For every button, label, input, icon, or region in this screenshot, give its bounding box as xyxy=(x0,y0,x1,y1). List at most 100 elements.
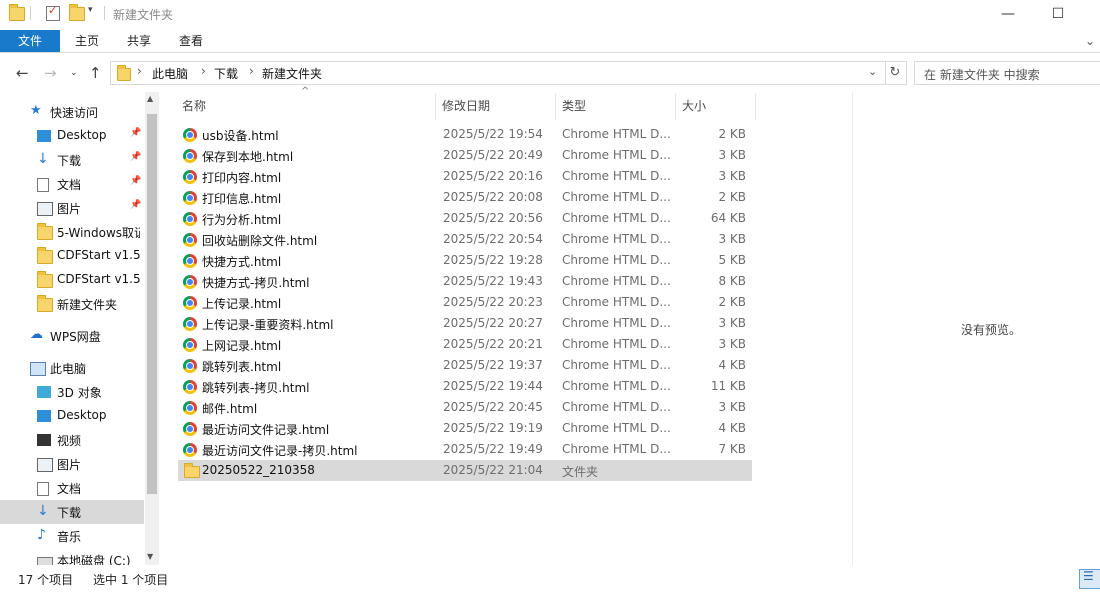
chevron-down-icon[interactable]: ⌄ xyxy=(868,65,877,78)
chevron-right-icon[interactable]: › xyxy=(201,64,206,78)
nav-item[interactable]: ↓ 下载 xyxy=(0,500,144,524)
file-row[interactable]: 20250522_210358 2025/5/22 21:04 文件夹 xyxy=(178,460,752,481)
nav-item[interactable]: 本地磁盘 (C:) xyxy=(0,548,144,565)
nav-item[interactable]: 图片 xyxy=(0,452,144,476)
nav-item-label: 下载 xyxy=(57,506,82,520)
nav-item[interactable]: 文档 📌 xyxy=(0,172,144,196)
pin-icon: 📌 xyxy=(130,176,142,186)
column-header-date[interactable]: 修改日期 xyxy=(438,94,556,120)
file-size: 8 KB xyxy=(718,274,746,288)
scroll-down-icon[interactable]: ▼ xyxy=(147,552,153,561)
chrome-icon xyxy=(183,317,197,331)
file-modified-date: 2025/5/22 19:19 xyxy=(443,421,543,435)
file-row[interactable]: 上传记录.html 2025/5/22 20:23 Chrome HTML D...… xyxy=(178,292,752,313)
forward-button[interactable]: → xyxy=(44,64,57,82)
file-type: Chrome HTML D... xyxy=(562,127,671,141)
pin-icon: 📌 xyxy=(130,200,142,210)
nav-item[interactable]: 3D 对象 xyxy=(0,380,144,404)
file-row[interactable]: 最近访问文件记录.html 2025/5/22 19:19 Chrome HTML … xyxy=(178,418,752,439)
nav-item[interactable]: CDFStart v1.5 - xyxy=(0,268,144,292)
ribbon-expand-icon[interactable]: ⌄ xyxy=(1080,30,1100,52)
file-row[interactable]: 打印内容.html 2025/5/22 20:16 Chrome HTML D...… xyxy=(178,166,752,187)
video-icon xyxy=(37,434,51,446)
file-name: 上传记录-重要资料.html xyxy=(202,318,334,332)
chrome-icon xyxy=(183,128,197,142)
search-input[interactable]: 在 新建文件夹 中搜索 xyxy=(914,61,1100,85)
file-row[interactable]: 打印信息.html 2025/5/22 20:08 Chrome HTML D...… xyxy=(178,187,752,208)
desktop-icon xyxy=(37,410,51,422)
recent-locations-dropdown[interactable]: ⌄ xyxy=(70,68,78,78)
tab-share[interactable]: 共享 xyxy=(118,30,160,52)
file-row[interactable]: 最近访问文件记录-拷贝.html 2025/5/22 19:49 Chrome HT… xyxy=(178,439,752,460)
breadcrumb-downloads[interactable]: 下载 xyxy=(214,65,238,82)
nav-item[interactable]: 文档 xyxy=(0,476,144,500)
file-row[interactable]: 跳转列表-拷贝.html 2025/5/22 19:44 Chrome HTML D… xyxy=(178,376,752,397)
address-bar[interactable]: › 此电脑 › 下载 › 新建文件夹 ⌄ xyxy=(110,61,886,85)
chevron-right-icon[interactable]: › xyxy=(137,64,142,78)
column-header-name[interactable]: 名称 xyxy=(178,94,436,120)
maximize-button[interactable]: ☐ xyxy=(1035,0,1081,30)
file-type: Chrome HTML D... xyxy=(562,316,671,330)
file-name: 20250522_210358 xyxy=(202,463,315,477)
file-row[interactable]: 上网记录.html 2025/5/22 20:21 Chrome HTML D...… xyxy=(178,334,752,355)
customize-dropdown-icon[interactable]: ▾ xyxy=(88,5,98,17)
nav-item[interactable]: CDFStart v1.5 xyxy=(0,244,144,268)
nav-item[interactable]: ☁ WPS网盘 xyxy=(0,324,144,348)
minimize-button[interactable]: — xyxy=(985,0,1031,30)
properties-icon[interactable]: ✓ xyxy=(46,4,60,21)
file-row[interactable]: 上传记录-重要资料.html 2025/5/22 20:27 Chrome HTML… xyxy=(178,313,752,334)
column-header-size[interactable]: 大小 xyxy=(678,94,756,120)
preview-pane: 没有预览。 xyxy=(852,92,1100,565)
chevron-right-icon[interactable]: › xyxy=(249,64,254,78)
folder-icon xyxy=(37,223,53,240)
nav-item[interactable]: 5-Windows取证 xyxy=(0,220,144,244)
nav-item[interactable]: 图片 📌 xyxy=(0,196,144,220)
file-type: Chrome HTML D... xyxy=(562,169,671,183)
details-view-button[interactable]: ☰ xyxy=(1079,569,1100,589)
back-button[interactable]: ← xyxy=(16,64,29,82)
up-button[interactable]: ↑ xyxy=(89,64,102,82)
file-row[interactable]: usb设备.html 2025/5/22 19:54 Chrome HTML D..… xyxy=(178,124,752,145)
file-row[interactable]: 快捷方式-拷贝.html 2025/5/22 19:43 Chrome HTML D… xyxy=(178,271,752,292)
tab-view[interactable]: 查看 xyxy=(170,30,212,52)
nav-item[interactable]: Desktop 📌 xyxy=(0,124,144,148)
nav-item[interactable]: Desktop xyxy=(0,404,144,428)
preview-message: 没有预览。 xyxy=(961,323,1022,337)
scroll-up-icon[interactable]: ▲ xyxy=(147,94,153,103)
breadcrumb-this-pc[interactable]: 此电脑 xyxy=(152,65,188,82)
file-modified-date: 2025/5/22 20:54 xyxy=(443,232,543,246)
file-size: 3 KB xyxy=(718,400,746,414)
nav-item[interactable]: ♪ 音乐 xyxy=(0,524,144,548)
nav-item-label: 文档 xyxy=(57,178,82,192)
new-folder-icon[interactable] xyxy=(69,4,85,21)
file-size: 2 KB xyxy=(718,127,746,141)
file-row[interactable]: 邮件.html 2025/5/22 20:45 Chrome HTML D... 3 … xyxy=(178,397,752,418)
refresh-button[interactable]: ↻ xyxy=(884,61,907,85)
picture-icon xyxy=(37,202,53,216)
nav-item[interactable]: ↓ 下载 📌 xyxy=(0,148,144,172)
file-modified-date: 2025/5/22 20:49 xyxy=(443,148,543,162)
picture-icon xyxy=(37,458,53,472)
breadcrumb-new-folder[interactable]: 新建文件夹 xyxy=(262,65,322,82)
nav-item[interactable]: 此电脑 xyxy=(0,356,144,380)
tab-home[interactable]: 主页 xyxy=(66,30,108,52)
chrome-icon xyxy=(183,422,197,436)
nav-item[interactable]: 视频 xyxy=(0,428,144,452)
column-header-type[interactable]: 类型 xyxy=(558,94,676,120)
nav-item[interactable]: 新建文件夹 xyxy=(0,292,144,316)
file-row[interactable]: 快捷方式.html 2025/5/22 19:28 Chrome HTML D...… xyxy=(178,250,752,271)
file-type: Chrome HTML D... xyxy=(562,379,671,393)
chrome-icon xyxy=(183,191,197,205)
chrome-icon xyxy=(183,359,197,373)
nav-scrollbar-thumb[interactable] xyxy=(147,114,157,494)
nav-item-label: 此电脑 xyxy=(50,362,87,376)
file-row[interactable]: 保存到本地.html 2025/5/22 20:49 Chrome HTML D..… xyxy=(178,145,752,166)
tab-file[interactable]: 文件 xyxy=(0,30,60,52)
file-row[interactable]: 跳转列表.html 2025/5/22 19:37 Chrome HTML D...… xyxy=(178,355,752,376)
file-row[interactable]: 回收站删除文件.html 2025/5/22 20:54 Chrome HTML D… xyxy=(178,229,752,250)
file-modified-date: 2025/5/22 19:37 xyxy=(443,358,543,372)
nav-item[interactable]: ★ 快速访问 xyxy=(0,100,144,124)
file-type: 文件夹 xyxy=(562,465,599,479)
file-row[interactable]: 行为分析.html 2025/5/22 20:56 Chrome HTML D...… xyxy=(178,208,752,229)
nav-item-label: 图片 xyxy=(57,202,82,216)
